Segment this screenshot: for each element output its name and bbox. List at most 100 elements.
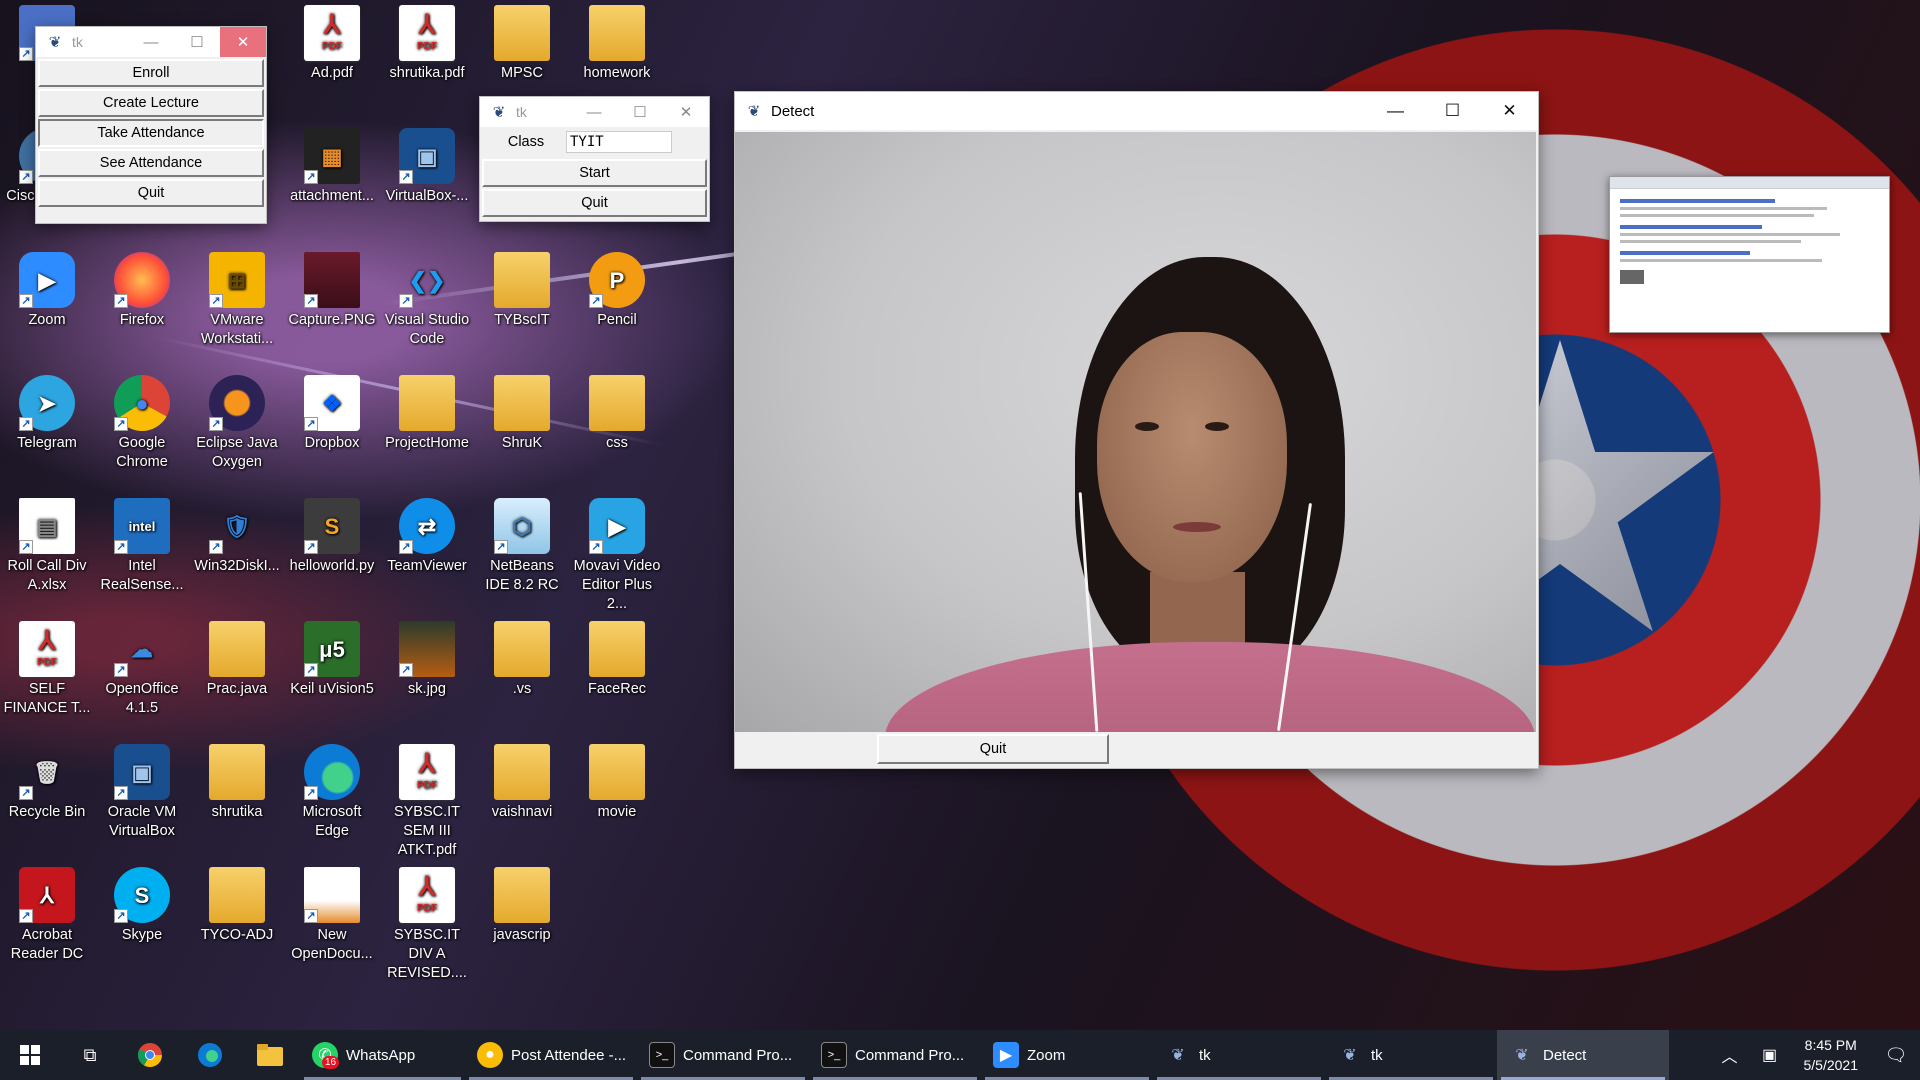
folder-icon [209,867,265,923]
desktop-icon-vs[interactable]: .vs [477,621,567,699]
desktop-icon-css[interactable]: css [572,375,662,453]
desktop-icon-openoffice[interactable]: ☁ ↗ OpenOffice 4.1.5 [97,621,187,718]
title-bar[interactable]: ❦ tk — ☐ ✕ [480,97,709,127]
quit-button[interactable]: Quit [38,179,264,207]
chevron-up-icon[interactable]: ︿ [1710,1030,1750,1080]
desktop-icon-mpsc[interactable]: MPSC [477,5,567,83]
desktop-icon-sybsc-sem[interactable]: PDFSYBSC.IT SEM III ATKT.pdf [382,744,472,860]
desktop-icon-netbeans[interactable]: ⬡ ↗ NetBeans IDE 8.2 RC [477,498,567,595]
minimize-button[interactable]: — [1367,92,1424,130]
desktop-icon-shruk[interactable]: ShruK [477,375,567,453]
person-eye [1205,422,1229,431]
title-bar[interactable]: ❦ Detect — ☐ ✕ [735,92,1538,130]
clock[interactable]: 8:45 PM 5/5/2021 [1790,1035,1873,1075]
taskbar-app-command-pro[interactable]: >_ Command Pro... [809,1030,981,1080]
quit-button[interactable]: Quit [877,734,1109,764]
desktop-icon-intel[interactable]: intel ↗ Intel RealSense... [97,498,187,595]
desktop-icon-skype[interactable]: S ↗ Skype [97,867,187,945]
shortcut-arrow-icon: ↗ [304,417,318,431]
desktop-icon-vscode[interactable]: ❮❯ ↗ Visual Studio Code [382,252,472,349]
desktop-icon-oracle-vm[interactable]: ▣ ↗ Oracle VM VirtualBox [97,744,187,841]
close-button[interactable]: ✕ [1481,92,1538,130]
desktop-icon-tyco-adj[interactable]: TYCO-ADJ [192,867,282,945]
desktop-icon-shrutika-pdf[interactable]: PDF shrutika.pdf [382,5,472,83]
desktop-icon-chrome[interactable]: ● ↗ Google Chrome [97,375,187,472]
taskbar-app-tk[interactable]: ❦ tk [1153,1030,1325,1080]
person-face [1097,332,1287,582]
folder-icon [494,252,550,308]
desktop-icon-label: Google Chrome [116,435,168,470]
window-title: tk [72,34,83,50]
minimize-button[interactable]: — [571,97,617,127]
desktop-icon-zoom[interactable]: ▶ ↗ Zoom [2,252,92,330]
notification-icon[interactable]: 🗨 [1872,1030,1920,1080]
taskbar-app-post-attendee[interactable]: ● Post Attendee -... [465,1030,637,1080]
chrome-icon[interactable] [120,1030,180,1080]
desktop-icon-self-finance[interactable]: PDF SELF FINANCE T... [2,621,92,718]
virtualbox-icon: ▣ ↗ [399,128,455,184]
attachment-icon: ▦ ↗ [304,128,360,184]
desktop-icon-attachment[interactable]: ▦ ↗ attachment... [287,128,377,206]
desktop-icon-edge[interactable]: ↗ Microsoft Edge [287,744,377,841]
start-button[interactable]: Start [482,159,707,187]
desktop-icon-label: Eclipse Java Oxygen [196,435,278,470]
taskbar-app-zoom[interactable]: ▶ Zoom [981,1030,1153,1080]
maximize-button[interactable]: ☐ [1424,92,1481,130]
enroll-button[interactable]: Enroll [38,59,264,87]
desktop-icon-roll-call[interactable]: ▤ ↗ Roll Call Div A.xlsx [2,498,92,595]
desktop-icon-acrobat[interactable]: ⅄ ↗ Acrobat Reader DC [2,867,92,964]
desktop-icon-ad-pdf[interactable]: PDF Ad.pdf [287,5,377,83]
title-bar[interactable]: ❦ tk — ☐ ✕ [36,27,266,57]
desktop-icon-shrutika-folder[interactable]: shrutika [192,744,282,822]
taskbar-app-detect[interactable]: ❦ Detect [1497,1030,1669,1080]
take-attendance-button[interactable]: Take Attendance [38,119,264,147]
desktop-icon-javascrip[interactable]: javascrip [477,867,567,945]
desktop-icon-telegram[interactable]: ➤ ↗ Telegram [2,375,92,453]
desktop-icon-pencil[interactable]: P ↗ Pencil [572,252,662,330]
desktop-icon-label: Roll Call Div A.xlsx [7,558,87,593]
desktop-icon-homework[interactable]: homework [572,5,662,83]
class-input[interactable] [566,131,672,153]
quit-button[interactable]: Quit [482,189,707,217]
maximize-button[interactable]: ☐ [617,97,663,127]
task-view-icon[interactable]: ⧉ [60,1030,120,1080]
desktop-icon-dropbox[interactable]: ❖ ↗ Dropbox [287,375,377,453]
desktop-icon-virtualbox[interactable]: ▣ ↗ VirtualBox-... [382,128,472,206]
desktop-icon-prac-java[interactable]: Prac.java [192,621,282,699]
taskbar-app-whatsapp[interactable]: ✆16WhatsApp [300,1030,465,1080]
zoom-icon: ▶ ↗ [19,252,75,308]
desktop-icon-tybscit[interactable]: TYBscIT [477,252,567,330]
taskbar-app-command-pro[interactable]: >_ Command Pro... [637,1030,809,1080]
desktop-icon-win32disk[interactable]: 🛡 ↗ Win32DiskI... [192,498,282,576]
desktop-icon-vmware[interactable]: ⊞ ↗ VMware Workstati... [192,252,282,349]
windows-start-icon[interactable] [0,1030,60,1080]
create-lecture-button[interactable]: Create Lecture [38,89,264,117]
browser-thumbnail-preview[interactable] [1609,176,1890,333]
desktop-icon-movavi[interactable]: ▶ ↗ Movavi Video Editor Plus 2... [572,498,662,614]
desktop-icon-helloworld[interactable]: S ↗ helloworld.py [287,498,377,576]
desktop-icon-recycle-bin[interactable]: 🗑 ↗ Recycle Bin [2,744,92,822]
desktop-icon-projecthome[interactable]: ProjectHome [382,375,472,453]
desktop-icon-label: ShruK [501,435,543,451]
desktop-icon-facerec[interactable]: FaceRec [572,621,662,699]
desktop-icon-skjpg[interactable]: ↗ sk.jpg [382,621,472,699]
edge-icon[interactable] [180,1030,240,1080]
desktop-icon-movie[interactable]: movie [572,744,662,822]
close-button[interactable]: ✕ [663,97,709,127]
desktop-icon-keil[interactable]: μ5 ↗ Keil uVision5 [287,621,377,699]
file-explorer-icon[interactable] [240,1030,300,1080]
taskbar-app-tk[interactable]: ❦ tk [1325,1030,1497,1080]
minimize-button[interactable]: — [128,27,174,57]
feather-icon: ❦ [1343,1047,1357,1064]
device-icon[interactable]: ▣ [1750,1030,1790,1080]
close-button[interactable]: ✕ [220,27,266,57]
see-attendance-button[interactable]: See Attendance [38,149,264,177]
desktop-icon-vaishnavi[interactable]: vaishnavi [477,744,567,822]
desktop-icon-capture[interactable]: ↗ Capture.PNG [287,252,377,330]
desktop-icon-sybsc-div[interactable]: PDFSYBSC.IT DIV A REVISED.... [382,867,472,983]
desktop-icon-eclipse[interactable]: ↗ Eclipse Java Oxygen [192,375,282,472]
desktop-icon-teamviewer[interactable]: ⇄ ↗ TeamViewer [382,498,472,576]
desktop-icon-firefox[interactable]: ↗ Firefox [97,252,187,330]
maximize-button[interactable]: ☐ [174,27,220,57]
desktop-icon-new-opendoc[interactable]: ↗ New OpenDocu... [287,867,377,964]
